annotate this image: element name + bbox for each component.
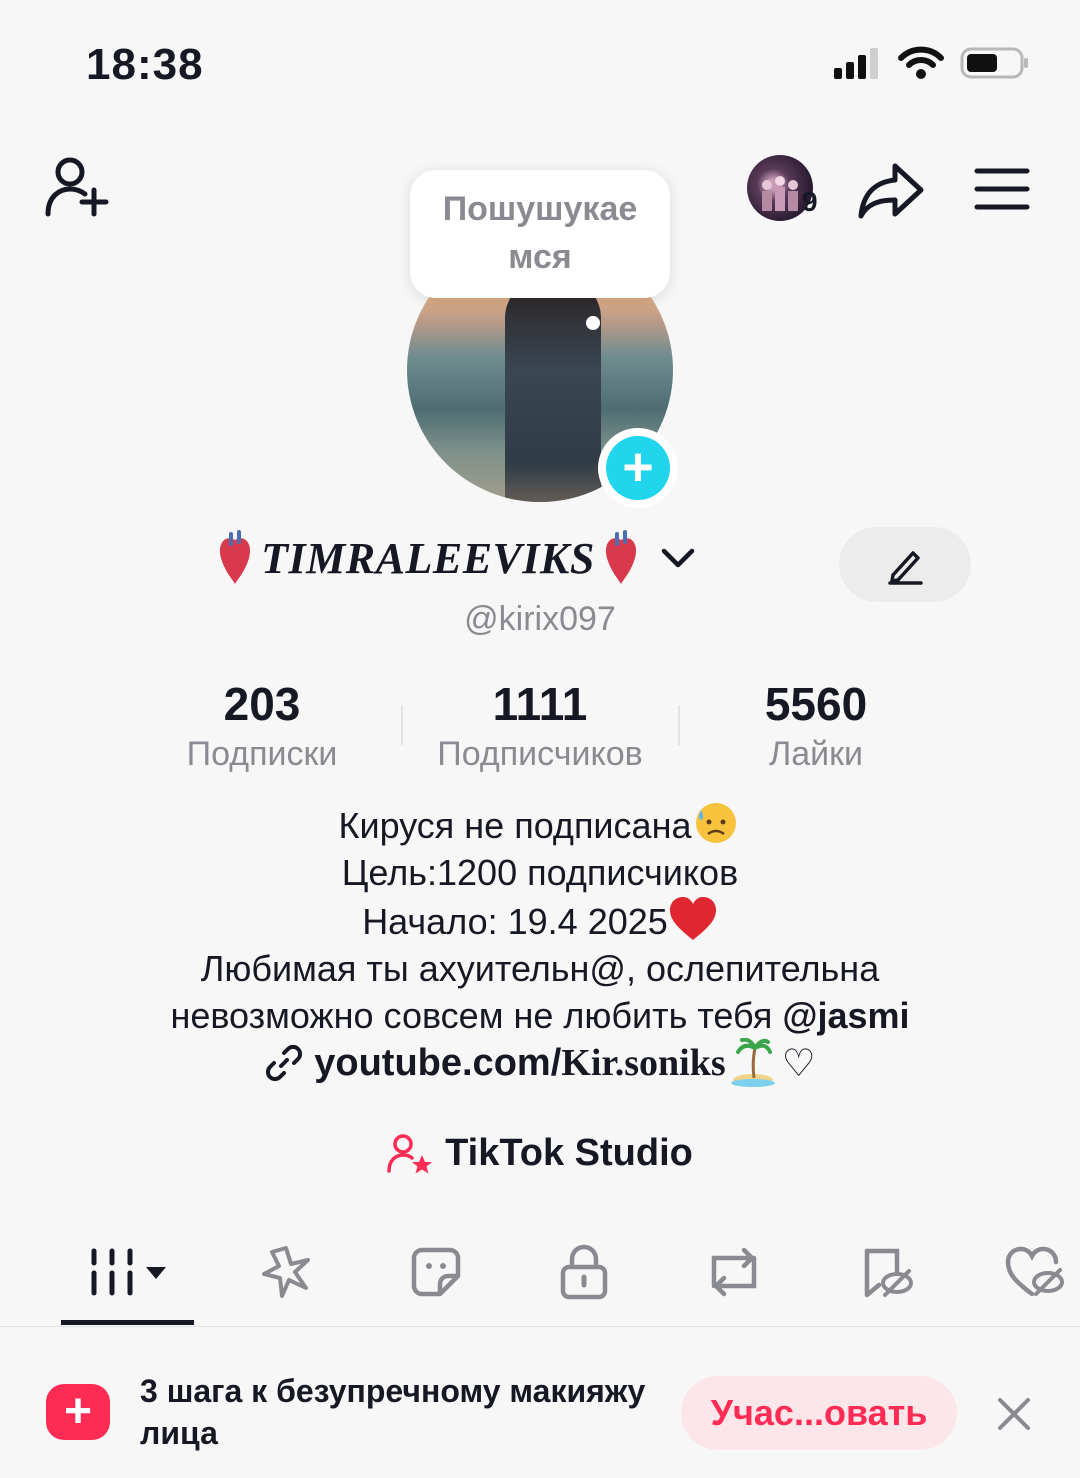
hidden-bookmark-icon bbox=[864, 1248, 913, 1298]
bio-mention-link[interactable]: @jasmi bbox=[782, 995, 909, 1036]
followers-label: Подписчиков bbox=[437, 735, 643, 773]
bio-text: Любимая ты ахуительн@, ослепительна bbox=[200, 948, 880, 989]
menu-icon[interactable] bbox=[974, 166, 1030, 212]
promo-text: 3 шага к безупречному макияжу лица bbox=[140, 1373, 646, 1451]
bubble-dot bbox=[586, 316, 600, 330]
link-tail: ♡ bbox=[781, 1042, 816, 1085]
status-time: 18:38 bbox=[86, 40, 204, 89]
sad-sweat-emoji-icon bbox=[696, 803, 737, 843]
battery-icon bbox=[960, 47, 1028, 79]
sparkle-icon bbox=[262, 1246, 310, 1298]
link-suffix: Kir.soniks bbox=[561, 1042, 726, 1084]
followers-stat[interactable]: 1111 Подписчиков bbox=[410, 676, 670, 776]
studio-label: TikTok Studio bbox=[445, 1132, 693, 1174]
anatomical-heart-icon bbox=[605, 530, 636, 584]
following-label: Подписки bbox=[186, 735, 338, 773]
following-stat[interactable]: 203 Подписки bbox=[152, 676, 372, 776]
bio-text: Кируся не подписана bbox=[338, 805, 692, 846]
tab-videos[interactable] bbox=[61, 1240, 194, 1304]
chevron-down-icon[interactable] bbox=[661, 546, 695, 570]
grid-icon bbox=[91, 1248, 166, 1296]
pencil-icon bbox=[888, 550, 923, 585]
following-count: 203 bbox=[223, 678, 301, 730]
username-handle: @kirix097 bbox=[464, 600, 616, 638]
repost-icon bbox=[711, 1247, 757, 1297]
anatomical-heart-icon bbox=[220, 530, 251, 584]
link-prefix: youtube.com/ bbox=[314, 1041, 562, 1084]
tab-favorites[interactable] bbox=[850, 1240, 922, 1304]
active-tab-indicator bbox=[61, 1320, 194, 1325]
red-heart-icon bbox=[669, 897, 716, 940]
lock-icon bbox=[560, 1244, 608, 1300]
stat-divider bbox=[678, 705, 680, 745]
hidden-heart-icon bbox=[1005, 1246, 1064, 1297]
story-count: 9 bbox=[802, 186, 818, 217]
bio-line: Цель:1200 подписчиков bbox=[0, 849, 1080, 896]
likes-count: 5560 bbox=[764, 678, 868, 730]
close-icon[interactable] bbox=[994, 1394, 1034, 1434]
plus-icon: + bbox=[606, 436, 670, 500]
wifi-icon bbox=[898, 46, 944, 79]
avatar-figure bbox=[505, 278, 601, 502]
bio-line: невозможно совсем не любить тебя @jasmi bbox=[0, 992, 1080, 1039]
signal-icon bbox=[834, 48, 878, 79]
edit-profile-button[interactable] bbox=[839, 527, 971, 602]
profile-bio: Кируся не подписана Цель:1200 подписчико… bbox=[0, 800, 1080, 1039]
status-icons bbox=[834, 46, 1030, 80]
display-name: TIMRALEEVIKS bbox=[261, 533, 595, 583]
bio-text: невозможно совсем не любить тебя bbox=[170, 995, 783, 1036]
bio-text: Начало: 19.4 2025 bbox=[362, 901, 668, 942]
note-bubble[interactable]: Пошушукае мся bbox=[410, 170, 670, 298]
tab-stickers[interactable] bbox=[400, 1240, 472, 1304]
bio-line: Кируся не подписана bbox=[0, 800, 1080, 849]
likes-label: Лайки bbox=[768, 735, 864, 773]
tab-sparkle[interactable] bbox=[250, 1240, 322, 1304]
studio-user-star-icon bbox=[387, 1133, 433, 1173]
add-story-button[interactable]: + bbox=[598, 428, 678, 508]
stat-divider bbox=[401, 705, 403, 745]
sticker-icon bbox=[411, 1247, 461, 1297]
tab-reposts[interactable] bbox=[698, 1240, 770, 1304]
tiktok-studio-button[interactable]: TikTok Studio bbox=[0, 1132, 1080, 1175]
tab-liked[interactable] bbox=[998, 1240, 1070, 1304]
bio-line: Любимая ты ахуительн@, ослепительна bbox=[0, 945, 1080, 992]
bio-line: Начало: 19.4 2025 bbox=[0, 896, 1080, 945]
desert-island-icon bbox=[730, 1038, 775, 1087]
followers-count: 1111 bbox=[492, 678, 588, 730]
participate-button[interactable]: Учас...овать bbox=[681, 1376, 957, 1450]
tab-private[interactable] bbox=[548, 1240, 620, 1304]
add-friend-icon[interactable] bbox=[42, 156, 114, 220]
bio-link[interactable]: youtube.com/Kir.soniks ♡ bbox=[0, 1038, 1080, 1088]
bio-text: Цель:1200 подписчиков bbox=[341, 852, 739, 893]
first-aid-kit-icon: + bbox=[46, 1384, 110, 1440]
likes-stat[interactable]: 5560 Лайки bbox=[706, 676, 926, 776]
share-icon[interactable] bbox=[855, 158, 927, 222]
link-icon bbox=[266, 1044, 303, 1082]
